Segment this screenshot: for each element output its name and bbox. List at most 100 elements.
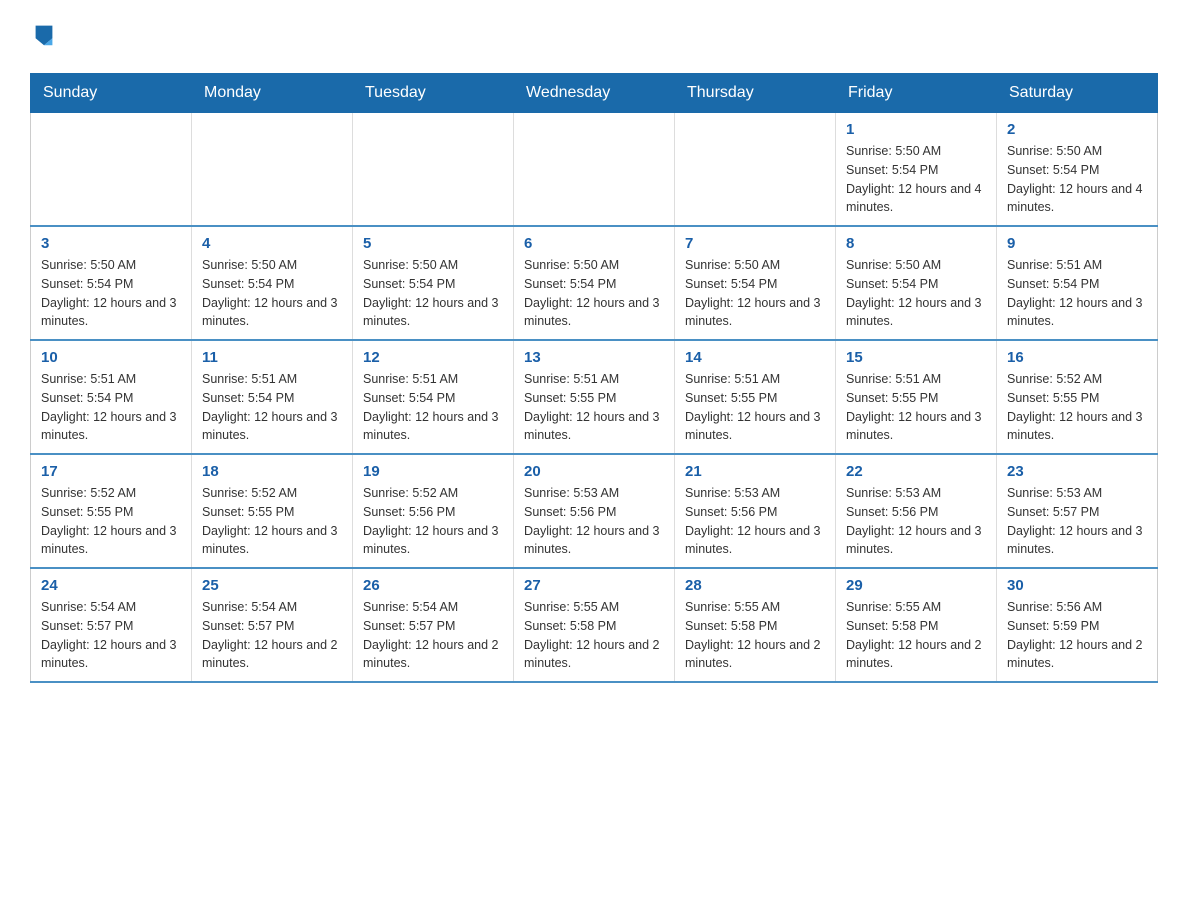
day-info: Sunrise: 5:52 AMSunset: 5:55 PMDaylight:… [41, 484, 181, 559]
day-number: 16 [1007, 349, 1147, 366]
day-number: 21 [685, 463, 825, 480]
logo [30, 20, 62, 53]
day-number: 24 [41, 577, 181, 594]
day-info: Sunrise: 5:53 AMSunset: 5:56 PMDaylight:… [685, 484, 825, 559]
day-info: Sunrise: 5:56 AMSunset: 5:59 PMDaylight:… [1007, 598, 1147, 673]
day-cell-3-1: 18 Sunrise: 5:52 AMSunset: 5:55 PMDayligh… [192, 454, 353, 568]
day-cell-1-0: 3Sunrise: 5:50 AMSunset: 5:54 PMDaylight… [31, 226, 192, 340]
day-number: 12 [363, 349, 503, 366]
day-number: 6 [524, 235, 664, 252]
day-cell-2-6: 16 Sunrise: 5:52 AMSunset: 5:55 PMDayligh… [997, 340, 1158, 454]
day-number: 20 [524, 463, 664, 480]
day-info: Sunrise: 5:52 AMSunset: 5:56 PMDaylight:… [363, 484, 503, 559]
day-info: Sunrise: 5:55 AMSunset: 5:58 PMDaylight:… [524, 598, 664, 673]
day-number: 10 [41, 349, 181, 366]
day-info: Sunrise: 5:55 AMSunset: 5:58 PMDaylight:… [846, 598, 986, 673]
logo-icon [30, 20, 58, 53]
day-cell-0-3 [514, 113, 675, 227]
day-cell-0-6: 2 Sunrise: 5:50 AMSunset: 5:54 PMDaylight… [997, 113, 1158, 227]
day-cell-4-2: 26 Sunrise: 5:54 AMSunset: 5:57 PMDayligh… [353, 568, 514, 682]
day-info: Sunrise: 5:54 AMSunset: 5:57 PMDaylight:… [202, 598, 342, 673]
header-sunday: Sunday [31, 74, 192, 113]
day-cell-4-3: 27 Sunrise: 5:55 AMSunset: 5:58 PMDayligh… [514, 568, 675, 682]
day-number: 2 [1007, 121, 1147, 138]
header-wednesday: Wednesday [514, 74, 675, 113]
day-number: 4 [202, 235, 342, 252]
day-cell-0-0 [31, 113, 192, 227]
day-info: Sunrise: 5:50 AMSunset: 5:54 PMDaylight:… [685, 256, 825, 331]
week-row-4: 17 Sunrise: 5:52 AMSunset: 5:55 PMDayligh… [31, 454, 1158, 568]
day-cell-2-5: 15 Sunrise: 5:51 AMSunset: 5:55 PMDayligh… [836, 340, 997, 454]
day-cell-0-4 [675, 113, 836, 227]
day-cell-1-2: 5Sunrise: 5:50 AMSunset: 5:54 PMDaylight… [353, 226, 514, 340]
day-info: Sunrise: 5:54 AMSunset: 5:57 PMDaylight:… [41, 598, 181, 673]
day-cell-2-2: 12Sunrise: 5:51 AMSunset: 5:54 PMDayligh… [353, 340, 514, 454]
day-cell-4-6: 30 Sunrise: 5:56 AMSunset: 5:59 PMDayligh… [997, 568, 1158, 682]
day-cell-4-1: 25 Sunrise: 5:54 AMSunset: 5:57 PMDayligh… [192, 568, 353, 682]
day-number: 1 [846, 121, 986, 138]
calendar-header-row: Sunday Monday Tuesday Wednesday Thursday… [31, 74, 1158, 113]
day-number: 9 [1007, 235, 1147, 252]
day-info: Sunrise: 5:50 AMSunset: 5:54 PMDaylight:… [1007, 142, 1147, 217]
header-tuesday: Tuesday [353, 74, 514, 113]
day-number: 27 [524, 577, 664, 594]
header-thursday: Thursday [675, 74, 836, 113]
page-header [30, 20, 1158, 53]
day-info: Sunrise: 5:51 AMSunset: 5:55 PMDaylight:… [685, 370, 825, 445]
day-cell-2-3: 13 Sunrise: 5:51 AMSunset: 5:55 PMDayligh… [514, 340, 675, 454]
day-number: 19 [363, 463, 503, 480]
day-cell-0-5: 1 Sunrise: 5:50 AMSunset: 5:54 PMDaylight… [836, 113, 997, 227]
day-number: 18 [202, 463, 342, 480]
day-number: 26 [363, 577, 503, 594]
day-info: Sunrise: 5:52 AMSunset: 5:55 PMDaylight:… [202, 484, 342, 559]
day-cell-2-4: 14 Sunrise: 5:51 AMSunset: 5:55 PMDayligh… [675, 340, 836, 454]
day-number: 23 [1007, 463, 1147, 480]
day-info: Sunrise: 5:50 AMSunset: 5:54 PMDaylight:… [524, 256, 664, 331]
day-cell-3-0: 17 Sunrise: 5:52 AMSunset: 5:55 PMDayligh… [31, 454, 192, 568]
day-info: Sunrise: 5:50 AMSunset: 5:54 PMDaylight:… [41, 256, 181, 331]
week-row-1: 1 Sunrise: 5:50 AMSunset: 5:54 PMDaylight… [31, 113, 1158, 227]
day-cell-1-4: 7 Sunrise: 5:50 AMSunset: 5:54 PMDaylight… [675, 226, 836, 340]
day-number: 7 [685, 235, 825, 252]
day-info: Sunrise: 5:50 AMSunset: 5:54 PMDaylight:… [846, 256, 986, 331]
day-number: 17 [41, 463, 181, 480]
day-info: Sunrise: 5:53 AMSunset: 5:56 PMDaylight:… [846, 484, 986, 559]
day-info: Sunrise: 5:52 AMSunset: 5:55 PMDaylight:… [1007, 370, 1147, 445]
week-row-5: 24 Sunrise: 5:54 AMSunset: 5:57 PMDayligh… [31, 568, 1158, 682]
day-info: Sunrise: 5:51 AMSunset: 5:54 PMDaylight:… [202, 370, 342, 445]
day-cell-3-2: 19 Sunrise: 5:52 AMSunset: 5:56 PMDayligh… [353, 454, 514, 568]
calendar-table: Sunday Monday Tuesday Wednesday Thursday… [30, 73, 1158, 683]
header-saturday: Saturday [997, 74, 1158, 113]
day-number: 30 [1007, 577, 1147, 594]
day-number: 11 [202, 349, 342, 366]
header-friday: Friday [836, 74, 997, 113]
day-info: Sunrise: 5:51 AMSunset: 5:55 PMDaylight:… [524, 370, 664, 445]
day-info: Sunrise: 5:50 AMSunset: 5:54 PMDaylight:… [846, 142, 986, 217]
day-cell-3-3: 20 Sunrise: 5:53 AMSunset: 5:56 PMDayligh… [514, 454, 675, 568]
day-cell-0-2 [353, 113, 514, 227]
day-number: 13 [524, 349, 664, 366]
day-cell-2-1: 11 Sunrise: 5:51 AMSunset: 5:54 PMDayligh… [192, 340, 353, 454]
day-cell-1-6: 9 Sunrise: 5:51 AMSunset: 5:54 PMDaylight… [997, 226, 1158, 340]
day-cell-4-5: 29 Sunrise: 5:55 AMSunset: 5:58 PMDayligh… [836, 568, 997, 682]
day-number: 25 [202, 577, 342, 594]
day-number: 14 [685, 349, 825, 366]
day-number: 29 [846, 577, 986, 594]
day-cell-0-1 [192, 113, 353, 227]
day-cell-2-0: 10Sunrise: 5:51 AMSunset: 5:54 PMDayligh… [31, 340, 192, 454]
day-cell-3-4: 21 Sunrise: 5:53 AMSunset: 5:56 PMDayligh… [675, 454, 836, 568]
day-cell-1-3: 6 Sunrise: 5:50 AMSunset: 5:54 PMDaylight… [514, 226, 675, 340]
day-info: Sunrise: 5:50 AMSunset: 5:54 PMDaylight:… [363, 256, 503, 331]
day-number: 15 [846, 349, 986, 366]
day-cell-3-5: 22Sunrise: 5:53 AMSunset: 5:56 PMDayligh… [836, 454, 997, 568]
day-cell-3-6: 23Sunrise: 5:53 AMSunset: 5:57 PMDayligh… [997, 454, 1158, 568]
day-info: Sunrise: 5:50 AMSunset: 5:54 PMDaylight:… [202, 256, 342, 331]
day-info: Sunrise: 5:51 AMSunset: 5:54 PMDaylight:… [1007, 256, 1147, 331]
day-info: Sunrise: 5:51 AMSunset: 5:55 PMDaylight:… [846, 370, 986, 445]
header-monday: Monday [192, 74, 353, 113]
day-info: Sunrise: 5:55 AMSunset: 5:58 PMDaylight:… [685, 598, 825, 673]
week-row-3: 10 Sunrise: 5:51 AMSunset: 5:54 PMDayligh… [31, 340, 1158, 454]
day-info: Sunrise: 5:54 AMSunset: 5:57 PMDaylight:… [363, 598, 503, 673]
day-cell-1-1: 4 Sunrise: 5:50 AMSunset: 5:54 PMDaylight… [192, 226, 353, 340]
day-info: Sunrise: 5:53 AMSunset: 5:56 PMDaylight:… [524, 484, 664, 559]
